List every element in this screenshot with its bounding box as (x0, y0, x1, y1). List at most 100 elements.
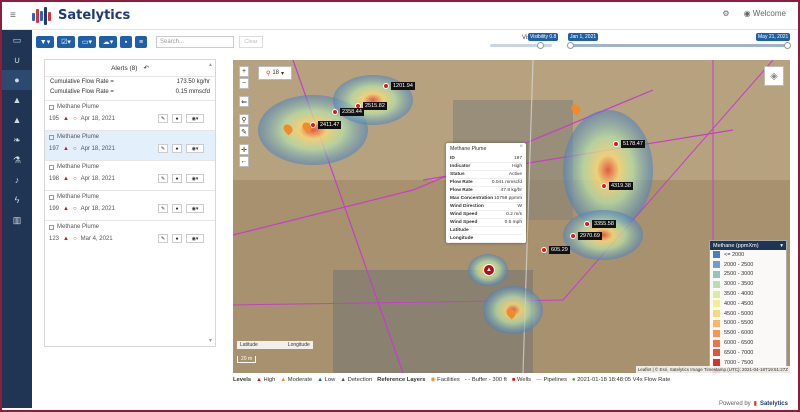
sidebar-item-bell[interactable]: ♪ (2, 170, 32, 190)
info-button[interactable]: ● (172, 144, 182, 153)
concentration-label: 4319.38 (609, 182, 633, 190)
edit-button[interactable]: ✎ (158, 174, 168, 183)
legend-swatch (713, 310, 720, 318)
sidebar-item-chart[interactable]: ▥ (2, 210, 32, 230)
alert-marker[interactable] (541, 247, 547, 253)
date-start-handle[interactable] (567, 42, 574, 49)
marker-tool-button[interactable]: ⚲ (239, 114, 249, 125)
back-button[interactable]: ← (239, 156, 249, 167)
sidebar-item-flask[interactable]: ⚗ (2, 150, 32, 170)
alert-marker[interactable] (570, 233, 576, 239)
view-menu-button[interactable]: ◉▾ (186, 204, 204, 213)
popup-row: Flow Rate 0.041 mmscfd (450, 179, 522, 187)
sidebar-item-leaf[interactable]: ❧ (2, 130, 32, 150)
scroll-up-icon[interactable]: ▲ (208, 62, 213, 68)
popup-key: Wind Direction (450, 204, 484, 209)
cumulative-row: Cumulative Flow Rate = 0.15 mmscfd (45, 87, 215, 97)
draw-tool-button[interactable]: ✎ (239, 126, 249, 137)
popup-close-icon[interactable]: × (519, 144, 523, 150)
list-button[interactable]: ≡ (135, 36, 147, 48)
alert-checkbox[interactable] (49, 104, 54, 110)
alert-list-item[interactable]: Methane Plume 123 ▲ ○ Mar 4, 2021 ✎ ● ◉▾ (45, 220, 215, 250)
info-icon: ● (175, 145, 179, 152)
crosshair-button[interactable]: ✛ (239, 144, 249, 155)
zoom-level-select[interactable]: ⚲ 18 ▾ (258, 66, 292, 80)
alert-checkbox[interactable] (49, 164, 54, 170)
sidebar-item-droplet[interactable]: ● (2, 70, 32, 90)
search-input[interactable]: Search... (156, 36, 234, 48)
sidebar-item-alert[interactable]: ▲ (2, 110, 32, 130)
alert-list-item[interactable]: Methane Plume 199 ▲ ○ Apr 18, 2021 ✎ ● ◉▾ (45, 190, 215, 220)
edit-button[interactable]: ✎ (158, 204, 168, 213)
alert-title: Methane Plume (57, 164, 100, 170)
legend-row: 5000 - 5500 (710, 319, 786, 329)
alert-marker[interactable] (332, 109, 338, 115)
alert-checkbox[interactable] (49, 224, 54, 230)
scroll-down-icon[interactable]: ▼ (208, 338, 213, 344)
marker-icon: ⚲ (241, 116, 247, 124)
info-button[interactable]: ● (172, 174, 182, 183)
user-menu[interactable]: ◉ Welcome (744, 9, 786, 18)
alert-marker[interactable] (613, 141, 619, 147)
sidebar-item-magnet[interactable]: ∪ (2, 50, 32, 70)
info-button[interactable]: ● (172, 114, 182, 123)
info-button[interactable]: ● (172, 204, 182, 213)
legend-detection[interactable]: ▲ Detection (340, 377, 372, 383)
alert-list-item[interactable]: Methane Plume 195 ▲ ○ Apr 18, 2021 ✎ ● ◉▾ (45, 100, 215, 130)
zoom-in-button[interactable]: + (239, 66, 249, 77)
legend-header[interactable]: Methane (ppmXm) ▾ (710, 241, 786, 250)
back-arrow-icon[interactable]: ↶ (143, 64, 148, 72)
edit-button[interactable]: ✎ (158, 144, 168, 153)
sidebar-item-folder[interactable]: ▭ (2, 30, 32, 50)
popup-row: Wind Speed 0.5 mph (450, 219, 522, 227)
checklist-button[interactable]: ☑▾ (57, 36, 75, 48)
edit-button[interactable]: ✎ (158, 234, 168, 243)
edit-button[interactable]: ✎ (158, 114, 168, 123)
view-menu-button[interactable]: ◉▾ (186, 114, 204, 123)
info-button[interactable]: ● (172, 234, 182, 243)
legend-rows: <= 2000 2000 - 2500 2500 - 3000 3000 - 3500… (710, 250, 786, 373)
legend-high[interactable]: ▲ High (256, 377, 275, 383)
alert-marker[interactable] (383, 83, 389, 89)
filter-button[interactable]: ▼▾ (36, 36, 54, 48)
alert-checkbox[interactable] (49, 194, 54, 200)
popup-key: Longitude (450, 236, 474, 241)
legend-buffer[interactable]: - - Buffer - 300 ft (465, 377, 507, 383)
alert-title: Methane Plume (57, 224, 100, 230)
visibility-slider-handle[interactable] (536, 42, 544, 49)
legend-pipelines[interactable]: — Pipelines (536, 377, 567, 383)
hamburger-icon[interactable]: ≡ (10, 10, 16, 21)
view-menu-button[interactable]: ◉▾ (186, 234, 204, 243)
cloud-button[interactable]: ☁▾ (99, 36, 117, 48)
pan-tool-button[interactable]: ⇐ (239, 96, 249, 107)
logo: Satelytics (32, 6, 130, 25)
selected-alert-marker[interactable]: ▲ (483, 264, 495, 276)
legend-label: 5500 - 6000 (724, 330, 754, 337)
chart-icon: ▥ (12, 214, 22, 225)
clear-button[interactable]: Clear (239, 36, 263, 48)
legend-moderate[interactable]: ▲ Moderate (280, 377, 312, 383)
view-menu-button[interactable]: ◉▾ (186, 144, 204, 153)
alert-marker[interactable] (584, 221, 590, 227)
layers-button[interactable]: ◈ (764, 66, 784, 86)
settings-icon[interactable]: ⚙ (722, 9, 729, 18)
alert-checkbox[interactable] (49, 134, 54, 140)
legend-facilities[interactable]: ◉ Facilities (430, 377, 459, 383)
concentration-label: 2515.82 (363, 102, 387, 110)
folder-button[interactable]: ▭▾ (78, 36, 96, 48)
alert-list-item[interactable]: Methane Plume 198 ▲ ○ Apr 18, 2021 ✎ ● ◉▾ (45, 160, 215, 190)
zoom-out-button[interactable]: − (239, 78, 249, 89)
map-view[interactable]: + − ⇐ ⚲ ✎ ✛ ← ⚲ 18 ▾ ◈ 1201.94 2515.82 2358.… (233, 60, 790, 373)
alert-list-item[interactable]: Methane Plume 197 ▲ ○ Apr 18, 2021 ✎ ● ◉▾ (45, 130, 215, 160)
flow-label: 2021-01-18 18:48:05 V4x Flow Rate (577, 376, 671, 383)
date-range-slider[interactable] (570, 44, 788, 47)
trash-button[interactable]: ▪ (120, 36, 132, 48)
view-menu-button[interactable]: ◉▾ (186, 174, 204, 183)
legend-flow[interactable]: ● 2021-01-18 18:48:05 V4x Flow Rate (572, 377, 670, 383)
legend-wells[interactable]: ■ Wells (512, 377, 531, 383)
alert-marker[interactable] (601, 183, 607, 189)
sidebar-item-bolt[interactable]: ϟ (2, 190, 32, 210)
legend-low[interactable]: ▲ Low (317, 377, 335, 383)
date-end-handle[interactable] (784, 42, 791, 49)
sidebar-item-warning[interactable]: ▲ (2, 90, 32, 110)
